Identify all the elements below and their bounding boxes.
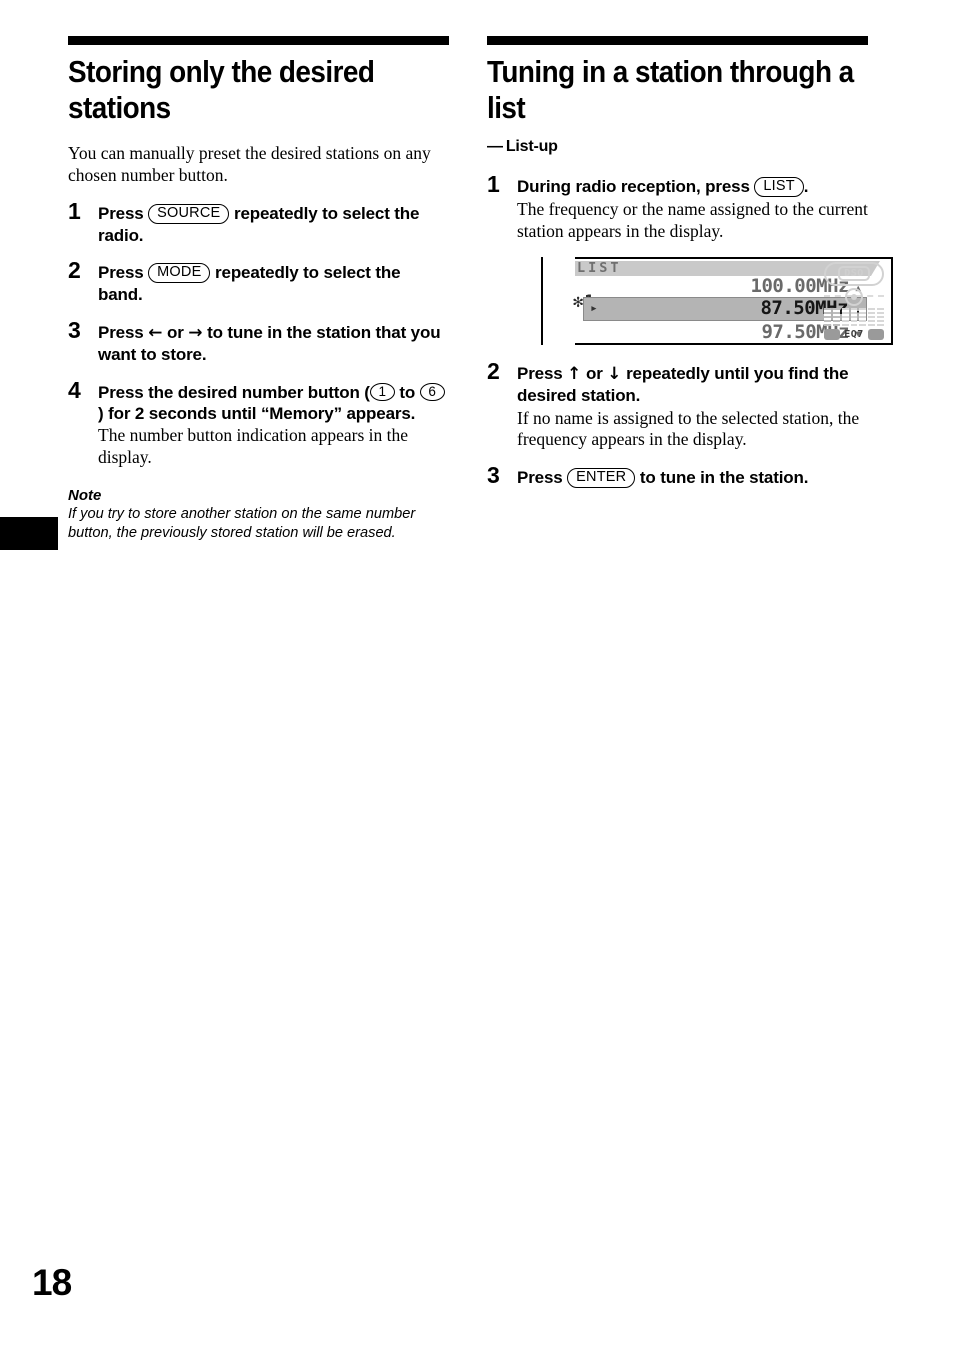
step-text-post: to tune in the station. (639, 468, 809, 488)
conjunction-or: or (166, 322, 184, 342)
page-title-left: Storing only the desired stations (68, 54, 375, 125)
step-text-pre: Press the desired number button ( (98, 382, 370, 402)
arrow-right-icon: → (188, 322, 203, 343)
step-number: 3 (487, 462, 500, 489)
section-subtitle: — List-up (487, 138, 868, 156)
number-button-1-key[interactable]: 1 (369, 382, 395, 402)
step-text-pre: Press (98, 322, 144, 342)
lcd-mode-label: LIST (577, 259, 622, 276)
source-button-key[interactable]: SOURCE (148, 203, 230, 224)
equalizer-bars-icon (824, 307, 885, 326)
step-heading: Press MODE repeatedly to select the band… (98, 262, 449, 306)
dso-label: DSO (838, 266, 870, 282)
step-number: 3 (68, 316, 81, 343)
eq-icon: EQ7 (824, 328, 884, 341)
disc-icon (845, 287, 863, 306)
step-text-pre: During radio reception, press (517, 176, 750, 196)
page-number: 18 (32, 1262, 72, 1303)
manual-page: Storing only the desired stations You ca… (0, 0, 954, 1352)
section-rule-right (487, 36, 868, 45)
step-2-right: 2 Press ↑ or ↓ repeatedly until you find… (487, 357, 868, 452)
step-number: 1 (487, 170, 500, 197)
step-body: The frequency or the name assigned to th… (517, 199, 868, 241)
lcd-screen: LIST ✻1 100.00MHz▴ ▸ 87.50MHz↵ 97.50MHz▾ (571, 259, 889, 343)
step-2-left: 2 Press MODE repeatedly to select the ba… (68, 257, 449, 306)
step-text-post: ) for 2 seconds until “Memory” appears. (98, 403, 416, 423)
step-body: The number button indication appears in … (98, 425, 409, 468)
enter-button-key[interactable]: ENTER (567, 468, 636, 489)
note-text: If you try to store another station on t… (68, 506, 416, 542)
step-text-pre: Press (517, 363, 563, 383)
chapter-tab-marker (0, 517, 58, 550)
eq-cap-left (824, 328, 840, 340)
section-rule-left (68, 36, 449, 45)
intro-paragraph-left: You can manually preset the desired stat… (68, 142, 431, 185)
em-dash: — (487, 137, 503, 155)
play-cursor-icon: ▸ (590, 300, 598, 316)
list-button-key[interactable]: LIST (754, 176, 804, 198)
step-heading: During radio reception, press LIST. (517, 176, 868, 198)
step-text-post: repeatedly to select the band. (98, 263, 401, 305)
step-text-post: . (803, 176, 809, 196)
dso-icon: DSO (824, 261, 884, 286)
step-text-pre: Press (98, 263, 144, 283)
step-heading: Press the desired number button (1 to 6)… (98, 382, 449, 425)
step-number: 1 (68, 197, 81, 224)
step-number: 2 (68, 257, 81, 284)
step-3-right: 3 Press ENTER to tune in the station. (487, 462, 868, 489)
left-column: Storing only the desired stations You ca… (68, 36, 449, 543)
step-4-left: 4 Press the desired number button (1 to … (68, 376, 449, 470)
note-label: Note (68, 487, 102, 505)
step-number: 2 (487, 357, 500, 384)
mode-button-key[interactable]: MODE (148, 263, 211, 284)
step-text-mid: to (399, 382, 416, 402)
step-3-left: 3 Press ← or → to tune in the station th… (68, 316, 449, 366)
arrow-down-icon: ↓ (607, 363, 622, 384)
eq-label: EQ7 (844, 328, 864, 340)
step-text-pre: Press (98, 203, 144, 223)
step-1-left: 1 Press SOURCE repeatedly to select the … (68, 197, 449, 247)
step-heading: Press ↑ or ↓ repeatedly until you find t… (517, 363, 868, 407)
step-heading: Press ← or → to tune in the station that… (98, 322, 449, 366)
step-number: 4 (68, 376, 81, 403)
conjunction-or: or (585, 363, 603, 383)
page-title-right: Tuning in a station through a list (487, 54, 854, 125)
lcd-display-illustration: LIST ✻1 100.00MHz▴ ▸ 87.50MHz↵ 97.50MHz▾ (541, 256, 893, 345)
lcd-left-notch (541, 256, 575, 345)
step-text-post: repeatedly to select the radio. (98, 203, 420, 245)
step-1-right: 1 During radio reception, press LIST. Th… (487, 170, 893, 345)
subtitle-text: List-up (505, 137, 558, 155)
step-heading: Press SOURCE repeatedly to select the ra… (98, 203, 449, 247)
step-heading: Press ENTER to tune in the station. (517, 467, 868, 489)
arrow-up-icon: ↑ (567, 363, 582, 384)
step-text-pre: Press (517, 468, 563, 488)
eq-cap-right (868, 328, 884, 340)
lcd-status-icons: DSO EQ7 (822, 261, 886, 341)
arrow-left-icon: ← (148, 322, 163, 343)
step-body: If no name is assigned to the selected s… (517, 407, 860, 450)
right-column: Tuning in a station through a list — List… (487, 36, 893, 489)
number-button-6-key[interactable]: 6 (419, 382, 445, 402)
